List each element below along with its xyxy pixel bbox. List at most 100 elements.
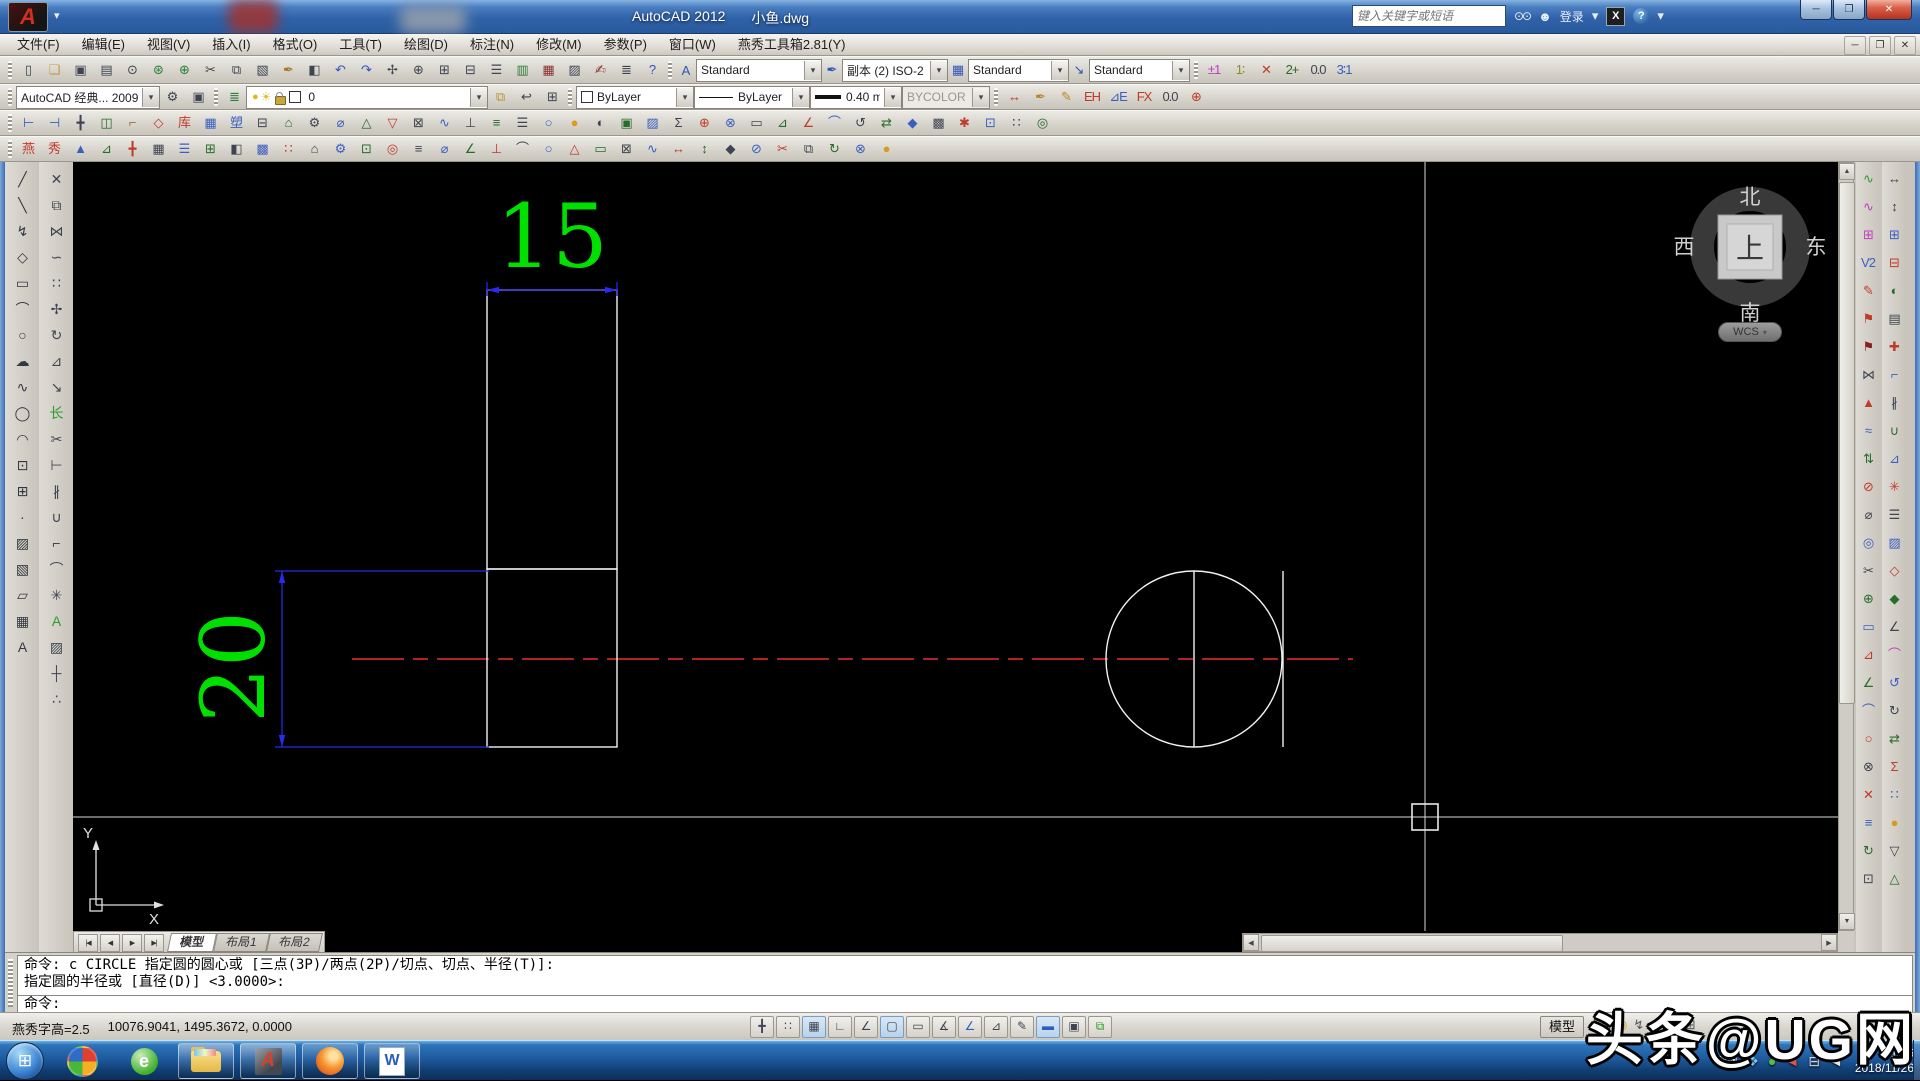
yanxiu-tool-icon[interactable]: ▨ [640,112,664,134]
match-properties[interactable]: ✒ [276,59,300,81]
yanxiu-tool-icon[interactable]: ⊿ [770,112,794,134]
menu-item[interactable]: 文件(F) [6,34,71,55]
chevron-down-icon[interactable]: ▾ [804,61,821,80]
right-tool-icon[interactable]: ≈ [1856,417,1880,445]
right-tool-icon[interactable]: ◐ [1882,277,1906,305]
array-tool[interactable]: ∷ [42,270,70,296]
right-tool-icon[interactable]: ⌒ [1856,697,1880,725]
right-tool-icon[interactable]: ⋈ [1856,361,1880,389]
scroll-up-icon[interactable]: ▲ [1839,163,1855,180]
yanxiu-tool-icon[interactable]: ✱ [952,112,976,134]
ortho-toggle[interactable]: ∟ [828,1016,852,1038]
rectangle-tool[interactable]: ▭ [8,270,36,296]
right-tool-icon[interactable]: ↻ [1882,697,1906,725]
make-object-layer-current[interactable]: ⧉ [488,86,512,108]
ellipse-tool[interactable]: ◯ [8,400,36,426]
sc-toggle[interactable]: ⧉ [1088,1016,1112,1038]
search-icon[interactable]: ⊙⊙ [1514,9,1530,23]
right-tool-icon[interactable]: ∠ [1856,669,1880,697]
dim-center[interactable]: ⊕ [1184,86,1208,108]
chevron-down-icon[interactable]: ▾ [470,88,487,107]
polygon-tool[interactable]: ◇ [8,244,36,270]
yanxiu-tool-icon[interactable]: ⊠ [614,138,638,160]
right-tool-icon[interactable]: ⊞ [1882,221,1906,249]
yanxiu-tool-icon[interactable]: ⊗ [718,112,742,134]
yanxiu-tool-icon[interactable]: ≡ [484,112,508,134]
yanxiu-tool-icon[interactable]: ∿ [432,112,456,134]
properties-palette[interactable]: ☰ [484,59,508,81]
command-history[interactable]: 命令: c CIRCLE 指定圆的圆心或 [三点(3P)/两点(2P)/切点、切… [17,955,1913,996]
workspace-settings[interactable]: ⚙ [160,86,184,108]
yanxiu-tool-icon[interactable]: ∷ [1004,112,1028,134]
yanxiu-tool-icon[interactable]: ⊿ [94,138,118,160]
zoom-window[interactable]: ⊞ [432,59,456,81]
grid-dots-toggle[interactable]: ∷ [776,1016,800,1038]
right-tool-icon[interactable]: ∦ [1882,389,1906,417]
right-tool-icon[interactable]: ⊡ [1856,865,1880,893]
yanxiu-tool-icon[interactable]: ⊡ [978,112,1002,134]
linetype-combo[interactable]: ByLayer ▾ [694,86,810,109]
yanxiu-tool-icon[interactable]: ≡ [406,138,430,160]
yanxiu-tool-icon[interactable]: ◆ [718,138,742,160]
plot[interactable]: ▤ [94,59,118,81]
right-tool-icon[interactable]: ✕ [1856,781,1880,809]
pan-realtime[interactable]: ✢ [380,59,404,81]
right-tool-icon[interactable]: ⊟ [1882,249,1906,277]
layer-on-bulb-icon[interactable]: ● [252,91,259,103]
menu-item[interactable]: 参数(P) [593,34,658,55]
scale-tool[interactable]: ⊿ [42,348,70,374]
horizontal-scrollbar[interactable]: ◀ ▶ [1242,933,1838,952]
yanxiu-tool-icon[interactable]: ⊠ [406,112,430,134]
dim-e[interactable]: ⊿E [1106,86,1130,108]
yanxiu-tool-icon[interactable]: ☰ [510,112,534,134]
yanxiu-tool-icon[interactable]: ⚙ [328,138,352,160]
view-compass[interactable]: 上 北 南 西 东 [1674,186,1827,325]
chevron-down-icon[interactable]: ▾ [142,88,159,107]
yanxiu-tool-icon[interactable]: ⌂ [302,138,326,160]
zoom-realtime[interactable]: ⊕ [406,59,430,81]
right-tool-icon[interactable]: ∿ [1856,193,1880,221]
yanxiu-tool-icon[interactable]: ∷ [276,138,300,160]
menu-item[interactable]: 格式(O) [262,34,329,55]
lineweight-combo[interactable]: 0.40 mm ▾ [810,86,902,109]
osnap-settings-toggle[interactable]: ▭ [906,1016,930,1038]
ducs-toggle[interactable]: ⊿ [984,1016,1008,1038]
wcs-button[interactable]: WCS ▾ [1718,322,1782,342]
table-style-combo[interactable]: Standard ▾ [968,59,1069,82]
yx-dim-ratio[interactable]: 3∶1 [1332,59,1356,81]
right-tool-icon[interactable]: ⊕ [1856,585,1880,613]
taskbar-green-browser[interactable]: e [116,1043,172,1079]
yanxiu-tool-icon[interactable]: ● [874,138,898,160]
3d-dwf[interactable]: ⊕ [172,59,196,81]
dim-style-combo[interactable]: 副本 (2) ISO-2 ▾ [842,59,948,82]
right-tool-icon[interactable]: ▤ [1882,305,1906,333]
zoom-previous[interactable]: ⊟ [458,59,482,81]
chevron-down-icon[interactable]: ▾ [930,61,947,80]
yx-dim-delete[interactable]: ✕ [1254,59,1278,81]
chevron-down-icon[interactable]: ▾ [884,88,901,107]
user-icon[interactable]: ☻ [1538,9,1552,24]
yanxiu-tool-icon[interactable]: ● [562,112,586,134]
menu-item[interactable]: 燕秀工具箱2.81(Y) [727,34,857,55]
toolbar-grip[interactable] [994,88,998,106]
yanxiu-tool-icon[interactable]: ↔ [666,138,690,160]
polyline-tool[interactable]: ↯ [8,218,36,244]
yanxiu-tool-icon[interactable]: ⊕ [692,112,716,134]
hatch-edit-tool[interactable]: ▨ [42,634,70,660]
angle-toggle[interactable]: ∡ [932,1016,956,1038]
yanxiu-tool-icon[interactable]: △ [354,112,378,134]
search-input[interactable] [1352,5,1506,27]
right-tool-icon[interactable]: ∠ [1882,613,1906,641]
break-tool[interactable]: ∦ [42,478,70,504]
right-tool-icon[interactable]: ↔ [1882,165,1906,193]
sheet-set-manager[interactable]: ▨ [562,59,586,81]
yanxiu-tool-icon[interactable]: ⌀ [328,112,352,134]
yanxiu-tool-icon[interactable]: ↺ [848,112,872,134]
right-tool-icon[interactable]: ◎ [1856,529,1880,557]
yanxiu-tool-icon[interactable]: ◫ [94,112,118,134]
quick-access-arrow-icon[interactable]: ▾ [54,9,60,22]
dim-precision[interactable]: 0.0 [1158,86,1182,108]
right-tool-icon[interactable]: ⌀ [1856,501,1880,529]
layer-states[interactable]: ⊞ [540,86,564,108]
maximize-button[interactable]: ❐ [1833,0,1865,20]
